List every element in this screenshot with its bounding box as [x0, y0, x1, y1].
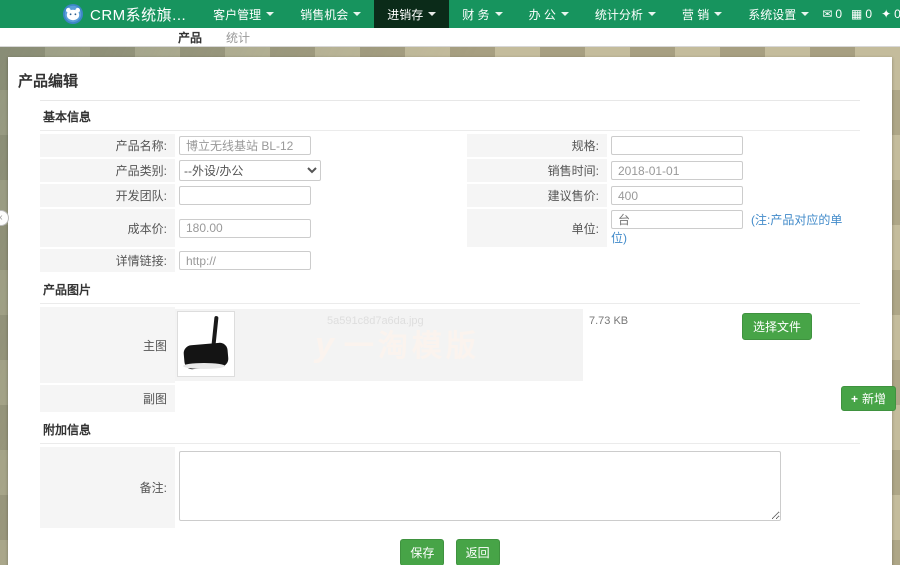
chevron-down-icon — [266, 12, 274, 16]
spec-label: 规格: — [467, 134, 607, 157]
brand[interactable]: CRM系统旗... — [63, 4, 186, 25]
tasks-count: 0 — [894, 7, 900, 21]
basic-info-table: 产品名称: 规格: 产品类别: --外设/办公 销售时间: 开发团队: 建议售价… — [40, 132, 860, 274]
main-image-preview-area: 5a591c8d7a6da.jpg y一淘模版 — [175, 309, 583, 381]
tab-products[interactable]: 产品 — [166, 29, 214, 46]
nav-item-marketing[interactable]: 营 销 — [669, 0, 735, 28]
chevron-down-icon — [353, 12, 361, 16]
router-image — [180, 314, 232, 374]
cost-price-input[interactable] — [179, 219, 311, 238]
category-select[interactable]: --外设/办公 — [179, 160, 321, 181]
sub-image-label: 副图 — [40, 385, 175, 412]
main-image-thumbnail[interactable] — [177, 311, 235, 377]
choose-file-button[interactable]: 选择文件 — [742, 313, 812, 340]
crm-logo-icon — [63, 4, 83, 24]
suggested-price-input[interactable] — [611, 186, 743, 205]
add-sub-image-button[interactable]: +新增 — [841, 386, 896, 411]
section-product-images: 产品图片 — [40, 274, 860, 304]
watermark-text: y一淘模版 — [315, 321, 480, 365]
link-input[interactable] — [179, 251, 311, 270]
content-card: 产品编辑 基本信息 产品名称: 规格: 产品类别: --外设/办公 销售时间: — [8, 57, 892, 565]
sale-time-label: 销售时间: — [467, 159, 607, 182]
form-actions: 保存 返回 — [40, 532, 860, 565]
plus-icon: + — [851, 392, 858, 406]
link-label: 详情链接: — [40, 249, 175, 272]
schedule-count: 0 — [865, 7, 872, 21]
product-name-label: 产品名称: — [40, 134, 175, 157]
team-label: 开发团队: — [40, 184, 175, 207]
table-row: 产品名称: 规格: — [40, 134, 860, 157]
schedule-counter[interactable]: ▦ 0 — [851, 7, 872, 21]
cost-price-label: 成本价: — [40, 209, 175, 247]
chevron-down-icon — [801, 12, 809, 16]
nav-item-sales-chance[interactable]: 销售机会 — [287, 0, 374, 28]
chevron-down-icon — [561, 12, 569, 16]
table-row: 详情链接: — [40, 249, 860, 272]
nav-item-inventory[interactable]: 进销存 — [374, 0, 449, 28]
save-button[interactable]: 保存 — [400, 539, 444, 565]
product-edit-form: 基本信息 产品名称: 规格: 产品类别: --外设/办公 销售时间: — [40, 100, 860, 565]
nav-item-office[interactable]: 办 公 — [516, 0, 582, 28]
table-row: 副图 +新增 — [40, 385, 860, 412]
images-table: 主图 5a591c8d7a6da.jpg — [40, 305, 860, 414]
table-row: 产品类别: --外设/办公 销售时间: — [40, 159, 860, 182]
chevron-down-icon — [714, 12, 722, 16]
table-row: 开发团队: 建议售价: — [40, 184, 860, 207]
nav-item-customers[interactable]: 客户管理 — [200, 0, 287, 28]
sale-time-input[interactable] — [611, 161, 743, 180]
section-extra-info: 附加信息 — [40, 414, 860, 444]
calendar-icon: ▦ — [851, 7, 862, 21]
back-button[interactable]: 返回 — [456, 539, 500, 565]
watermark-logo-icon: y — [315, 326, 338, 364]
table-row: 主图 5a591c8d7a6da.jpg — [40, 307, 860, 383]
messages-counter[interactable]: ✉ 0 — [822, 7, 842, 21]
category-label: 产品类别: — [40, 159, 175, 182]
remark-label: 备注: — [40, 447, 175, 528]
page-title: 产品编辑 — [8, 57, 892, 100]
top-navbar: CRM系统旗... 客户管理 销售机会 进销存 财 务 办 公 统计分析 营 销… — [0, 0, 900, 28]
section-basic-info: 基本信息 — [40, 101, 860, 131]
tasks-counter[interactable]: ✦ 0 — [881, 7, 900, 21]
extra-info-table: 备注: — [40, 445, 860, 530]
image-filesize: 7.73 KB — [589, 315, 628, 327]
chevron-down-icon — [495, 12, 503, 16]
chevron-down-icon — [428, 12, 436, 16]
nav-item-settings[interactable]: 系统设置 — [735, 0, 822, 28]
messages-count: 0 — [835, 7, 842, 21]
tab-statistics[interactable]: 统计 — [214, 29, 262, 46]
spec-input[interactable] — [611, 136, 743, 155]
main-image-label: 主图 — [40, 307, 175, 383]
unit-label: 单位: — [467, 209, 607, 247]
unit-input[interactable] — [611, 210, 743, 229]
table-row: 备注: — [40, 447, 860, 528]
team-input[interactable] — [179, 186, 311, 205]
product-name-input[interactable] — [179, 136, 311, 155]
diamond-icon: ✦ — [881, 7, 891, 21]
table-row: 成本价: 单位: (注:产品对应的单位) — [40, 209, 860, 247]
chevron-down-icon — [648, 12, 656, 16]
envelope-icon: ✉ — [822, 7, 832, 21]
nav-item-finance[interactable]: 财 务 — [449, 0, 515, 28]
brand-title: CRM系统旗... — [90, 4, 186, 25]
navbar-right: ✉ 0 ▦ 0 ✦ 0 ☆ 0 + admin — [822, 3, 900, 25]
suggested-price-label: 建议售价: — [467, 184, 607, 207]
remark-textarea[interactable] — [179, 451, 781, 521]
nav-item-statistics[interactable]: 统计分析 — [582, 0, 669, 28]
sub-tabbar: 产品 统计 — [0, 28, 900, 47]
